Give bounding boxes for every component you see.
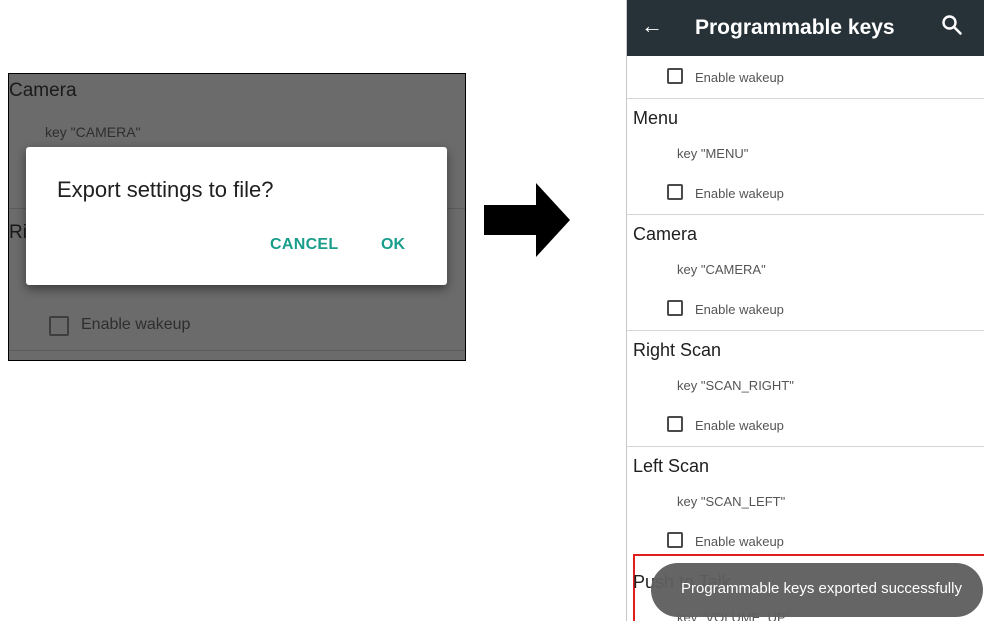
ok-button[interactable]: OK: [381, 236, 405, 254]
list-item-title[interactable]: Right Scan: [633, 340, 721, 361]
list-item-title[interactable]: Left Scan: [633, 456, 709, 477]
bg-divider: [9, 350, 465, 351]
enable-wakeup-checkbox[interactable]: [667, 416, 683, 432]
list-item-key: key "MENU": [677, 146, 749, 161]
page-title: Programmable keys: [695, 16, 895, 39]
app-bar: ← Programmable keys: [627, 0, 984, 56]
bg-item-title-partial: Ri: [9, 222, 27, 243]
list-item-key: key "SCAN_LEFT": [677, 494, 786, 509]
toast-notification: Programmable keys exported successfully: [651, 563, 983, 617]
bg-item-key-camera: key "CAMERA": [45, 124, 141, 140]
enable-wakeup-label: Enable wakeup: [695, 418, 784, 433]
cancel-button[interactable]: CANCEL: [270, 236, 338, 254]
export-dialog-screenshot: Camera key "CAMERA" Ri Enable wakeup Exp…: [8, 73, 466, 361]
search-icon[interactable]: [941, 14, 963, 36]
list-item-key: key "SCAN_RIGHT": [677, 378, 794, 393]
toast-message: Programmable keys exported successfully: [681, 580, 962, 597]
list-item-title[interactable]: Camera: [633, 224, 697, 245]
bg-enable-wakeup-checkbox: [49, 316, 69, 336]
enable-wakeup-checkbox[interactable]: [667, 300, 683, 316]
enable-wakeup-label: Enable wakeup: [695, 534, 784, 549]
list-item-title[interactable]: Menu: [633, 108, 678, 129]
right-arrow-icon: [484, 183, 570, 257]
enable-wakeup-checkbox[interactable]: [667, 184, 683, 200]
list-divider: [627, 214, 984, 215]
bg-item-title-camera: Camera: [9, 80, 77, 101]
enable-wakeup-checkbox[interactable]: [667, 68, 683, 84]
list-item-key: key "CAMERA": [677, 262, 766, 277]
programmable-keys-screen: ← Programmable keys Enable wakeup Menu k…: [626, 0, 984, 621]
enable-wakeup-checkbox[interactable]: [667, 532, 683, 548]
list-divider: [627, 446, 984, 447]
enable-wakeup-label: Enable wakeup: [695, 302, 784, 317]
bg-enable-wakeup-label: Enable wakeup: [81, 316, 191, 333]
list-divider: [627, 98, 984, 99]
enable-wakeup-label: Enable wakeup: [695, 70, 784, 85]
export-settings-dialog: Export settings to file? CANCEL OK: [26, 147, 447, 285]
dialog-title: Export settings to file?: [57, 177, 274, 202]
list-divider: [627, 330, 984, 331]
enable-wakeup-label: Enable wakeup: [695, 186, 784, 201]
back-arrow-icon[interactable]: ←: [641, 13, 663, 39]
